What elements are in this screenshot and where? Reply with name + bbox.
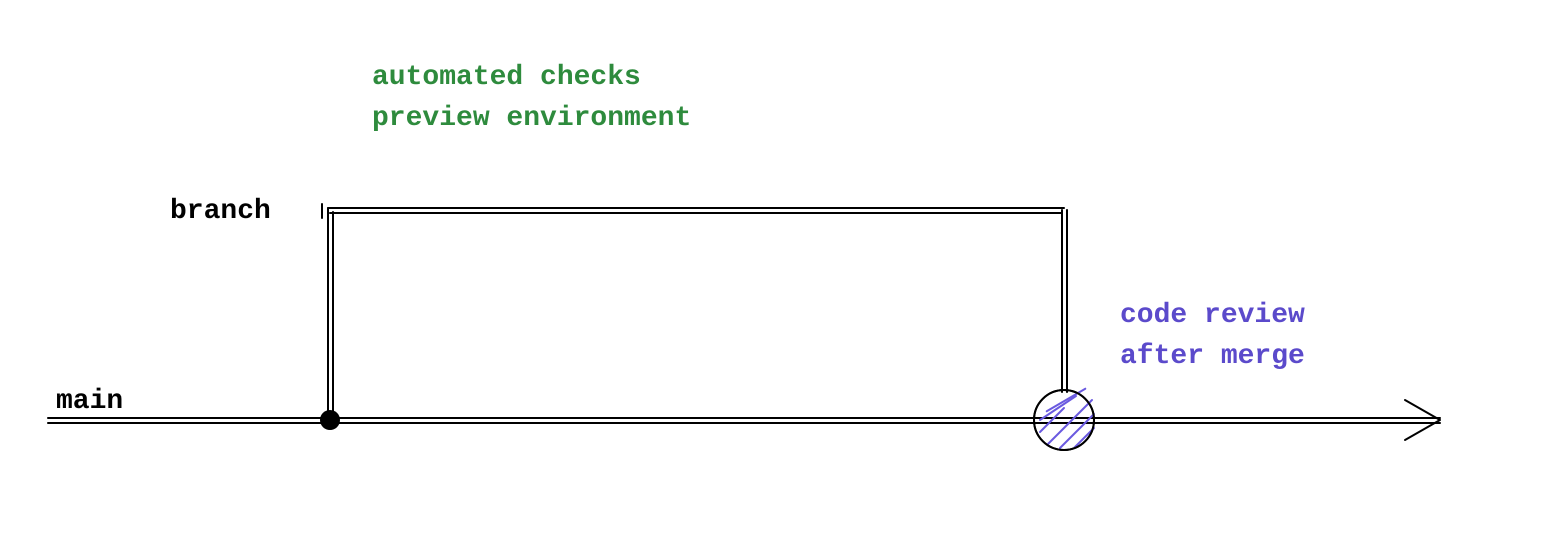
diagram: main branch automated checks preview env… <box>0 0 1547 550</box>
branch-point-dot <box>320 410 340 430</box>
label-main: main <box>56 382 123 423</box>
arrowhead <box>1405 400 1440 440</box>
label-automated-checks: automated checks preview environment <box>372 58 691 139</box>
label-branch: branch <box>170 192 271 233</box>
merge-node <box>1034 389 1094 450</box>
sketch-svg <box>0 0 1547 550</box>
label-code-review: code review after merge <box>1120 296 1305 377</box>
